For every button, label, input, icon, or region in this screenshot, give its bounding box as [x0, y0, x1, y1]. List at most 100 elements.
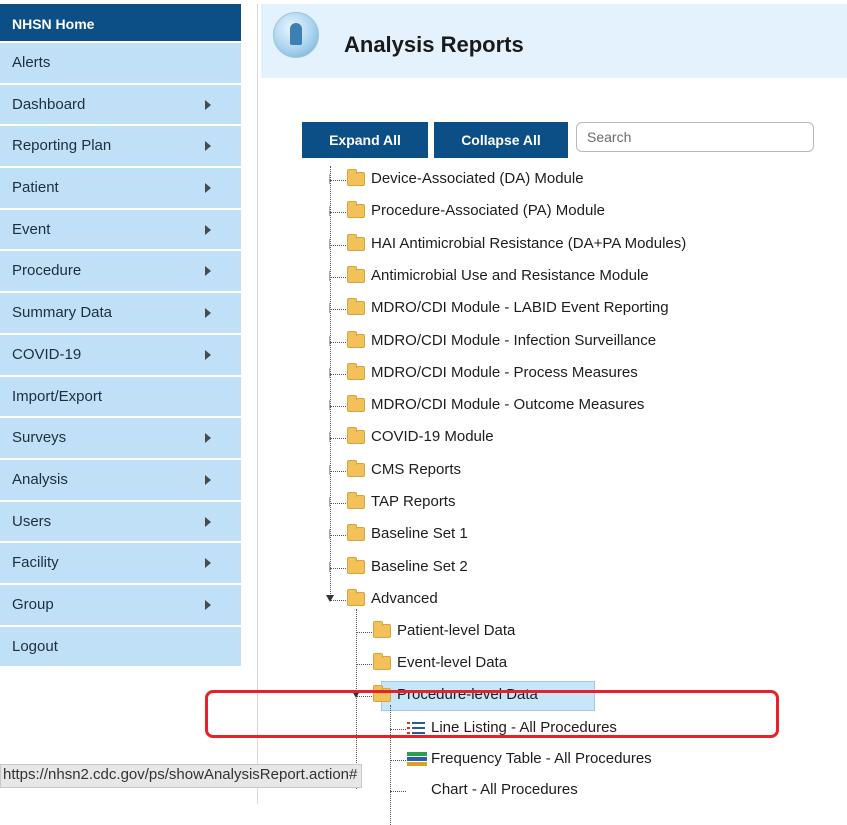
- folder-icon: [347, 169, 365, 186]
- sidebar-item-label: Facility: [12, 554, 59, 572]
- folder-icon: [347, 459, 365, 477]
- tree-node-label: Device-Associated (DA) Module: [371, 170, 584, 187]
- highlight-annotation: [205, 690, 779, 738]
- collapsed-indicator-icon[interactable]: [329, 432, 334, 443]
- collapsed-indicator-icon[interactable]: [329, 400, 334, 411]
- tree-node-patient-level-data[interactable]: Patient-level Data: [356, 620, 776, 643]
- tree-node-label: COVID-19 Module: [371, 428, 494, 446]
- tree-node-baseline-set-2[interactable]: Baseline Set 2: [330, 556, 750, 579]
- collapsed-indicator-icon[interactable]: [329, 529, 334, 540]
- sidebar-item-surveys[interactable]: Surveys: [0, 418, 241, 460]
- collapsed-indicator-icon[interactable]: [329, 238, 334, 249]
- collapsed-indicator-icon[interactable]: [329, 303, 334, 314]
- collapsed-indicator-icon[interactable]: [329, 270, 334, 281]
- tree-node-antimicrobial-use-and-resistance-module[interactable]: Antimicrobial Use and Resistance Module: [330, 265, 750, 288]
- tree-node-label: Antimicrobial Use and Resistance Module: [371, 266, 649, 284]
- sidebar-item-label: Patient: [12, 179, 59, 197]
- sidebar-item-label: Import/Export: [12, 387, 103, 405]
- tree-connector: [390, 759, 406, 761]
- tree-node-hai-antimicrobial-resistance-da-pa-modules[interactable]: HAI Antimicrobial Resistance (DA+PA Modu…: [330, 233, 750, 256]
- sidebar-item-label: Logout: [12, 637, 58, 655]
- sidebar-item-procedure[interactable]: Procedure: [0, 251, 241, 294]
- collapsed-indicator-icon[interactable]: [329, 174, 334, 184]
- sidebar-item-logout[interactable]: Logout: [0, 626, 241, 669]
- analysis-logo-icon: [273, 12, 319, 58]
- tree-node-chart-all-procedures[interactable]: Chart - All Procedures: [390, 780, 810, 802]
- sidebar-item-label: Analysis: [12, 470, 68, 488]
- folder-icon: [347, 427, 365, 445]
- folder-icon: [347, 362, 365, 380]
- sidebar-item-import-export[interactable]: Import/Export: [0, 376, 241, 419]
- tree-node-frequency-table-all-procedures[interactable]: Frequency Table - All Procedures: [390, 749, 810, 771]
- folder-icon: [347, 233, 365, 251]
- collapsed-indicator-icon[interactable]: [329, 335, 334, 346]
- tree-node-event-level-data[interactable]: Event-level Data: [356, 652, 776, 675]
- sidebar-item-summary-data[interactable]: Summary Data: [0, 293, 241, 335]
- folder-icon: [347, 492, 365, 509]
- nav-home-link[interactable]: NHSN Home: [0, 4, 241, 43]
- sidebar-item-event[interactable]: Event: [0, 209, 241, 252]
- tree-node-mdro-cdi-module-infection-surveillance[interactable]: MDRO/CDI Module - Infection Surveillance: [330, 330, 750, 353]
- tree-connector: [390, 790, 406, 792]
- tree-node-label: Chart - All Procedures: [431, 780, 578, 798]
- main-panel: Analysis Reports Expand All Collapse All…: [257, 4, 847, 825]
- collapsed-indicator-icon[interactable]: [329, 561, 334, 572]
- collapsed-indicator-icon[interactable]: [329, 497, 334, 507]
- tree-node-label: Event-level Data: [397, 653, 508, 671]
- tree-node-label: TAP Reports: [371, 493, 456, 510]
- tree-node-advanced[interactable]: Advanced: [326, 588, 750, 611]
- sidebar-item-covid-19[interactable]: COVID-19: [0, 334, 241, 377]
- collapsed-indicator-icon[interactable]: [329, 464, 334, 475]
- tree-node-tap-reports[interactable]: TAP Reports: [330, 492, 750, 514]
- submenu-arrow-icon: [205, 433, 211, 444]
- search-input[interactable]: [576, 122, 814, 152]
- tree-node-cms-reports[interactable]: CMS Reports: [330, 459, 750, 482]
- sidebar-item-label: Reporting Plan: [12, 137, 112, 155]
- sidebar-item-facility[interactable]: Facility: [0, 543, 241, 585]
- submenu-arrow-icon: [205, 141, 211, 152]
- sidebar-item-label: Surveys: [12, 429, 67, 447]
- tree-node-label: CMS Reports: [371, 460, 462, 478]
- tree-node-label: Baseline Set 2: [371, 557, 468, 575]
- tree-node-mdro-cdi-module-process-measures[interactable]: MDRO/CDI Module - Process Measures: [330, 362, 750, 385]
- tree-node-label: MDRO/CDI Module - Infection Surveillance: [371, 331, 657, 349]
- tree-node-label: Frequency Table - All Procedures: [431, 749, 652, 767]
- sidebar-item-analysis[interactable]: Analysis: [0, 459, 241, 502]
- folder-icon: [373, 652, 391, 670]
- collapse-all-button[interactable]: Collapse All: [434, 122, 568, 158]
- tree-node-label: MDRO/CDI Module - Process Measures: [371, 363, 638, 381]
- tree-node-label: Patient-level Data: [397, 621, 516, 639]
- collapsed-indicator-icon[interactable]: [329, 206, 334, 217]
- sidebar-item-label: Summary Data: [12, 304, 113, 322]
- folder-icon: [347, 588, 365, 606]
- submenu-arrow-icon: [205, 266, 211, 277]
- sidebar-item-label: Group: [12, 595, 54, 613]
- sidebar-item-patient[interactable]: Patient: [0, 168, 241, 210]
- folder-icon: [347, 298, 365, 316]
- sidebar-item-alerts[interactable]: Alerts: [0, 43, 241, 85]
- tree-node-mdro-cdi-module-outcome-measures[interactable]: MDRO/CDI Module - Outcome Measures: [330, 395, 750, 417]
- status-bar-url: https://nhsn2.cdc.gov/ps/showAnalysisRep…: [0, 764, 363, 788]
- tree-node-procedure-associated-pa-module[interactable]: Procedure-Associated (PA) Module: [330, 201, 750, 223]
- tree-node-baseline-set-1[interactable]: Baseline Set 1: [330, 524, 750, 546]
- collapsed-indicator-icon[interactable]: [329, 367, 334, 378]
- sidebar-nav: NHSN Home Alerts Dashboard Reporting Plan P…: [0, 4, 241, 669]
- tree-node-label: Baseline Set 1: [371, 525, 468, 543]
- expand-all-button[interactable]: Expand All: [302, 122, 428, 158]
- sidebar-item-dashboard[interactable]: Dashboard: [0, 84, 241, 127]
- sidebar-item-group[interactable]: Group: [0, 584, 241, 627]
- folder-icon: [347, 201, 365, 219]
- tree-connector: [356, 631, 372, 633]
- sidebar-item-users[interactable]: Users: [0, 501, 241, 544]
- tree-node-device-associated-da-module[interactable]: Device-Associated (DA) Module: [330, 169, 750, 191]
- sidebar-item-reporting-plan[interactable]: Reporting Plan: [0, 126, 241, 169]
- expanded-arrow-icon[interactable]: [326, 594, 334, 602]
- submenu-arrow-icon: [205, 183, 211, 194]
- sidebar-item-label: COVID-19: [12, 345, 82, 363]
- folder-icon: [347, 524, 365, 542]
- submenu-arrow-icon: [205, 599, 211, 610]
- tree-node-covid-19-module[interactable]: COVID-19 Module: [330, 427, 750, 449]
- tree-node-mdro-cdi-module-labid-event-reporting[interactable]: MDRO/CDI Module - LABID Event Reporting: [330, 298, 750, 320]
- tree-connector: [356, 663, 372, 665]
- submenu-arrow-icon: [205, 308, 211, 319]
